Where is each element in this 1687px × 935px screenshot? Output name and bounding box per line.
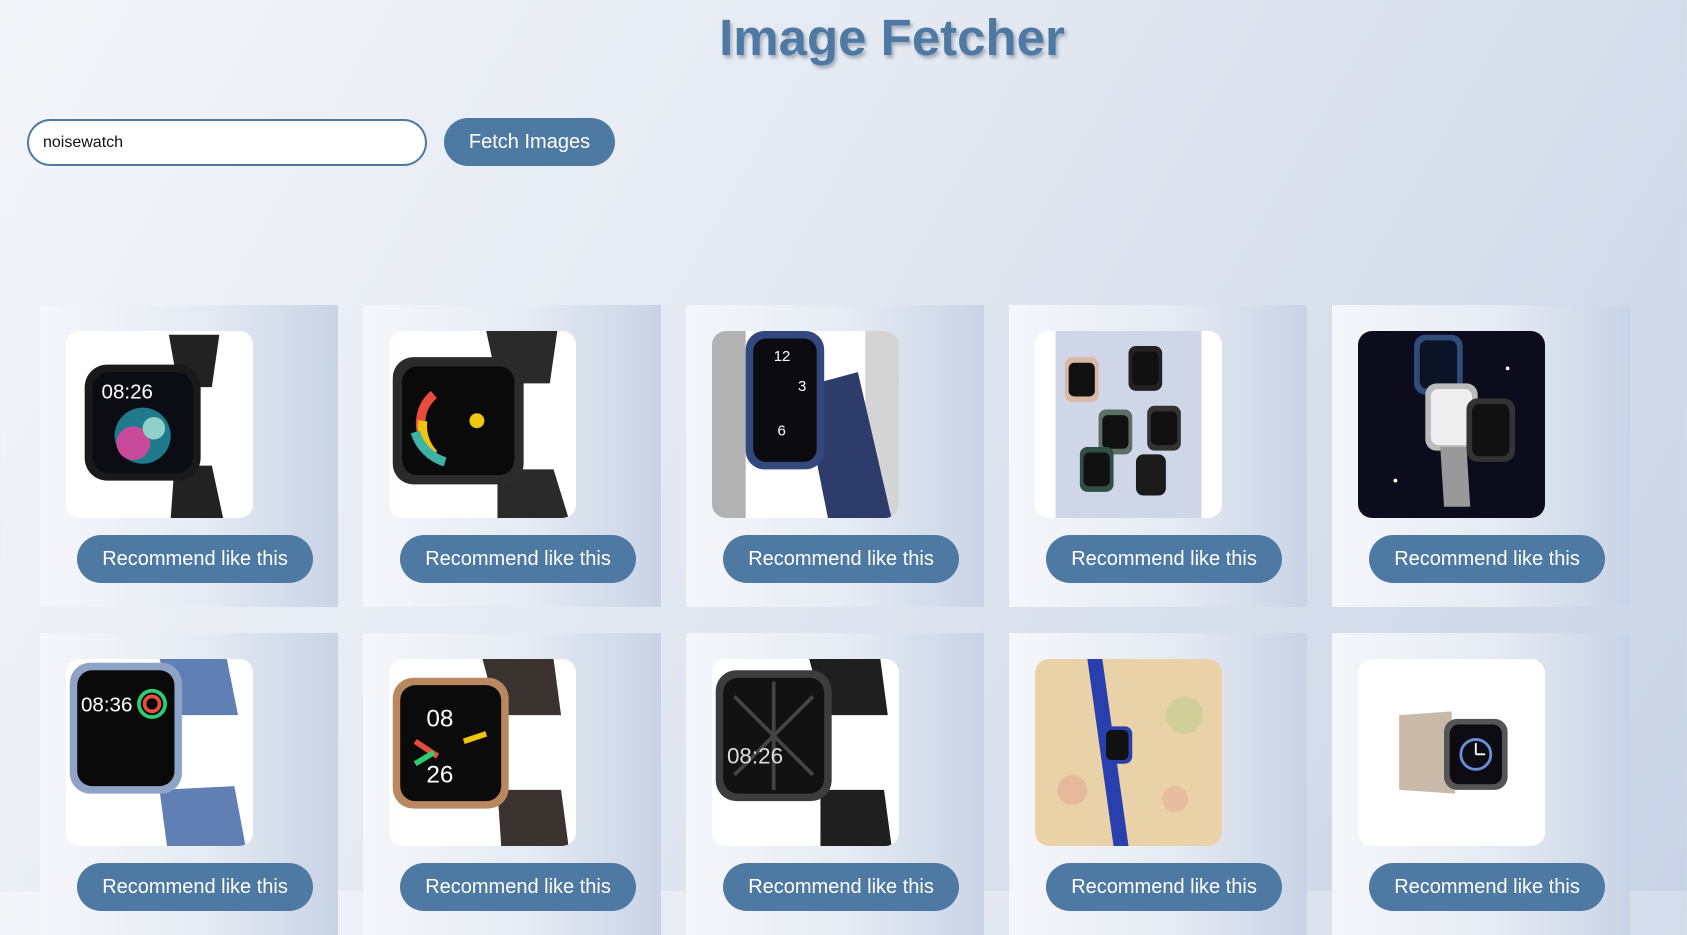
svg-text:08:26: 08:26 [727, 744, 783, 769]
image-card: Recommend like this [363, 305, 661, 607]
svg-text:12: 12 [774, 348, 791, 365]
image-card: 08 26 Recommend like this [363, 633, 661, 935]
watch-image[interactable] [1035, 331, 1222, 518]
recommend-button[interactable]: Recommend like this [1046, 863, 1282, 911]
watch-image[interactable] [1035, 659, 1222, 846]
recommend-button[interactable]: Recommend like this [77, 863, 313, 911]
recommend-button[interactable]: Recommend like this [723, 535, 959, 583]
watch-image[interactable] [389, 331, 576, 518]
recommend-button[interactable]: Recommend like this [723, 863, 959, 911]
recommend-button[interactable]: Recommend like this [1046, 535, 1282, 583]
svg-text:08:36: 08:36 [81, 693, 132, 716]
watch-image[interactable]: 08:36 [66, 659, 253, 846]
watch-image[interactable]: 12 3 6 [712, 331, 899, 518]
image-card: Recommend like this [1332, 305, 1630, 607]
recommend-button[interactable]: Recommend like this [400, 535, 636, 583]
watch-image[interactable]: 08 26 [389, 659, 576, 846]
watch-image[interactable] [1358, 331, 1545, 518]
recommend-button[interactable]: Recommend like this [77, 535, 313, 583]
image-card: 08:26 Recommend like this [40, 305, 338, 607]
image-card: Recommend like this [1009, 305, 1307, 607]
recommend-button[interactable]: Recommend like this [1369, 535, 1605, 583]
svg-text:08:26: 08:26 [102, 380, 153, 403]
svg-text:08: 08 [426, 705, 453, 732]
recommend-button[interactable]: Recommend like this [1369, 863, 1605, 911]
svg-text:6: 6 [777, 423, 785, 440]
image-card: Recommend like this [1009, 633, 1307, 935]
search-input[interactable] [27, 119, 427, 166]
recommend-button[interactable]: Recommend like this [400, 863, 636, 911]
svg-text:3: 3 [798, 378, 806, 395]
image-card: 08:36 Recommend like this [40, 633, 338, 935]
svg-text:26: 26 [426, 761, 453, 788]
image-card: 12 3 6 Recommend like this [686, 305, 984, 607]
fetch-images-button[interactable]: Fetch Images [444, 118, 615, 166]
watch-image[interactable]: 08:26 [712, 659, 899, 846]
watch-image[interactable]: 08:26 [66, 331, 253, 518]
page-title: Image Fetcher [719, 9, 1065, 66]
image-card: Recommend like this [1332, 633, 1630, 935]
image-card: 08:26 Recommend like this [686, 633, 984, 935]
watch-image[interactable] [1358, 659, 1545, 846]
